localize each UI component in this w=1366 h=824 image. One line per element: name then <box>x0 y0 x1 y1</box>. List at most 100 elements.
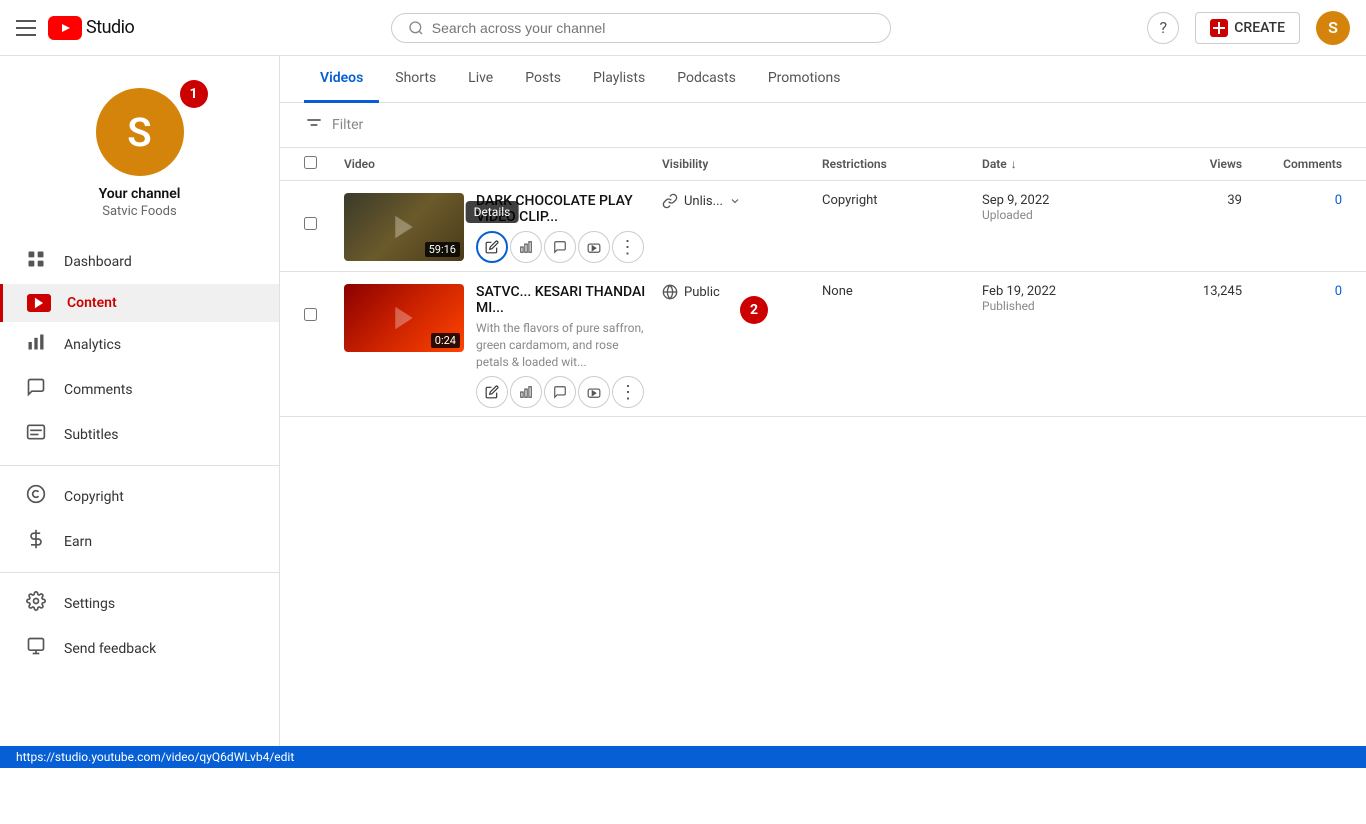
content-tabs: Videos Shorts Live Posts Playlists Podca… <box>280 56 1366 103</box>
sidebar-divider <box>0 465 279 466</box>
row1-date: Sep 9, 2022 Uploaded <box>982 193 1142 222</box>
filter-placeholder: Filter <box>332 117 363 133</box>
sidebar-item-subtitles[interactable]: Subtitles <box>0 412 279 457</box>
sidebar-divider-2 <box>0 572 279 573</box>
search-icon <box>408 20 424 36</box>
sidebar-item-feedback[interactable]: Send feedback <box>0 626 279 671</box>
comment-icon <box>553 385 567 399</box>
row2-visibility: Public <box>662 284 822 300</box>
sidebar-item-comments[interactable]: Comments <box>0 367 279 412</box>
earn-icon <box>24 529 48 554</box>
row2-checkbox[interactable] <box>304 308 317 321</box>
filter-icon <box>304 115 324 135</box>
row1-checkbox-col <box>304 193 344 234</box>
row2-comments: 0 <box>1242 284 1342 299</box>
tab-promotions[interactable]: Promotions <box>752 56 857 103</box>
row1-comments: 0 <box>1242 193 1342 208</box>
table-row: 2 0:24 SATVC... KESARI THANDAI MI... Wit… <box>280 272 1366 417</box>
content-icon <box>27 294 51 312</box>
row1-edit-button[interactable]: Details <box>476 231 508 263</box>
header-date-col[interactable]: Date ↓ <box>982 157 1142 171</box>
dashboard-icon <box>24 249 48 274</box>
row2-thumbnail-wrap: 0:24 <box>344 284 464 352</box>
sidebar-item-settings[interactable]: Settings <box>0 581 279 626</box>
youtube-play-icon <box>587 240 601 254</box>
step2-badge: 2 <box>740 296 768 324</box>
create-button[interactable]: CREATE <box>1195 12 1300 44</box>
header-comments-col: Comments <box>1242 157 1342 171</box>
pencil-icon <box>485 385 499 399</box>
status-url: https://studio.youtube.com/video/qyQ6dWL… <box>16 750 294 764</box>
copyright-label: Copyright <box>64 489 124 505</box>
chevron-down-icon[interactable] <box>729 195 741 207</box>
analytics-label: Analytics <box>64 337 121 353</box>
row2-vis-text: Public <box>684 285 720 300</box>
comments-label: Comments <box>64 382 133 398</box>
help-button[interactable]: ? <box>1147 12 1179 44</box>
search-input[interactable] <box>432 20 874 36</box>
row2-comments-button[interactable] <box>544 376 576 408</box>
analytics-icon <box>24 332 48 357</box>
sort-arrow-icon: ↓ <box>1011 157 1017 171</box>
row1-visibility: Unlis... <box>662 193 822 209</box>
sidebar-item-copyright[interactable]: Copyright <box>0 474 279 519</box>
create-label: CREATE <box>1234 20 1285 36</box>
pencil-icon <box>485 240 499 254</box>
tab-podcasts[interactable]: Podcasts <box>661 56 752 103</box>
row2-analytics-button[interactable] <box>510 376 542 408</box>
sidebar-item-earn[interactable]: Earn <box>0 519 279 564</box>
tab-posts[interactable]: Posts <box>509 56 577 103</box>
row1-more-button[interactable]: ⋮ <box>612 231 644 263</box>
row2-more-button[interactable]: ⋮ <box>612 376 644 408</box>
youtube-studio-logo: Studio <box>48 16 134 40</box>
status-bar: https://studio.youtube.com/video/qyQ6dWL… <box>0 746 1366 768</box>
sidebar: S 1 Your channel Satvic Foods Dashboard … <box>0 56 280 768</box>
tab-live[interactable]: Live <box>452 56 509 103</box>
search-bar[interactable] <box>391 13 891 43</box>
row2-actions: ⋮ <box>476 376 654 408</box>
header-video-col: Video <box>344 157 662 171</box>
bar-chart-icon <box>519 240 533 254</box>
sidebar-item-dashboard[interactable]: Dashboard <box>0 239 279 284</box>
row1-vis-badge: Unlis... <box>662 193 822 209</box>
subtitles-icon <box>24 422 48 447</box>
comments-icon <box>24 377 48 402</box>
select-all-checkbox[interactable] <box>304 156 317 169</box>
row1-analytics-button[interactable] <box>510 231 542 263</box>
table-header: Video Visibility Restrictions Date ↓ Vie… <box>280 148 1366 181</box>
globe-icon <box>662 284 678 300</box>
row2-vis-badge: Public <box>662 284 822 300</box>
sidebar-item-content[interactable]: Content <box>0 284 279 322</box>
row1-content: 59:16 DARK CHOCOLATE PLAY VIDEO CLIP... … <box>344 193 662 263</box>
row2-yt-button[interactable] <box>578 376 610 408</box>
more-icon: ⋮ <box>619 237 638 258</box>
row1-checkbox[interactable] <box>304 217 317 230</box>
settings-label: Settings <box>64 596 115 612</box>
tab-shorts[interactable]: Shorts <box>379 56 452 103</box>
row1-date-main: Sep 9, 2022 <box>982 193 1142 208</box>
row2-edit-button[interactable] <box>476 376 508 408</box>
header-restrictions-col: Restrictions <box>822 157 982 171</box>
avatar[interactable]: S <box>1316 11 1350 45</box>
row1-thumbnail-wrap: 59:16 <box>344 193 464 261</box>
top-header: Studio ? CREATE S <box>0 0 1366 56</box>
row2-title: SATVC... KESARI THANDAI MI... <box>476 284 654 316</box>
hamburger-menu[interactable] <box>16 20 36 36</box>
row1-comments-button[interactable] <box>544 231 576 263</box>
row1-date-sub: Uploaded <box>982 208 1142 222</box>
header-checkbox-col <box>304 156 344 172</box>
bar-chart-icon <box>519 385 533 399</box>
row1-restrictions: Copyright <box>822 193 982 208</box>
sidebar-item-analytics[interactable]: Analytics <box>0 322 279 367</box>
row1-yt-button[interactable] <box>578 231 610 263</box>
tab-videos[interactable]: Videos <box>304 56 379 103</box>
settings-icon <box>24 591 48 616</box>
more-icon: ⋮ <box>619 382 637 403</box>
channel-avatar: S 1 <box>96 88 184 176</box>
header-right: ? CREATE S <box>1147 11 1350 45</box>
studio-label: Studio <box>86 17 134 38</box>
header-visibility-col: Visibility <box>662 157 822 171</box>
row2-desc: With the flavors of pure saffron, green … <box>476 320 654 370</box>
tab-playlists[interactable]: Playlists <box>577 56 661 103</box>
channel-info: S 1 Your channel Satvic Foods <box>0 72 279 239</box>
